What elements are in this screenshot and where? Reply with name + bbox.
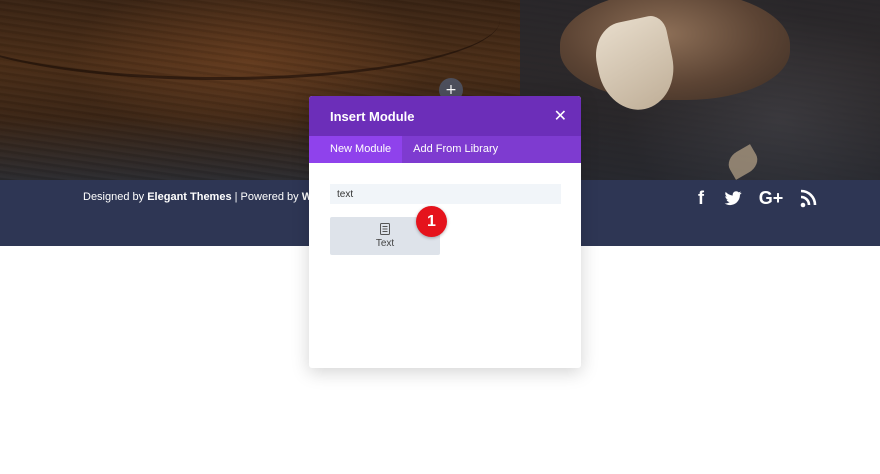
mushroom-cap	[560, 0, 790, 100]
insert-module-dialog: Insert Module ✕ New Module Add From Libr…	[309, 96, 581, 368]
credits-brand-link[interactable]: Elegant Themes	[147, 191, 231, 203]
facebook-icon[interactable]: f	[694, 186, 708, 210]
tab-new-module[interactable]: New Module	[309, 136, 403, 163]
modal-tabs: New Module Add From Library	[309, 136, 581, 163]
module-label: Text	[375, 238, 395, 249]
credits-prefix: Designed by	[83, 191, 148, 203]
modal-header: Insert Module ✕	[309, 96, 581, 136]
credits-separator: | Powered by	[231, 191, 302, 203]
modal-title: Insert Module	[330, 108, 415, 124]
tab-add-from-library[interactable]: Add From Library	[402, 136, 509, 163]
close-icon[interactable]: ✕	[554, 108, 567, 124]
google-plus-icon[interactable]: G+	[757, 186, 785, 210]
rss-icon[interactable]	[800, 186, 818, 210]
footer-credits: Designed by Elegant Themes | Powered by …	[83, 191, 319, 203]
text-module-icon	[380, 223, 390, 235]
twitter-icon[interactable]	[723, 186, 745, 210]
module-search-input[interactable]	[330, 184, 561, 204]
step-number-badge: 1	[416, 206, 447, 237]
